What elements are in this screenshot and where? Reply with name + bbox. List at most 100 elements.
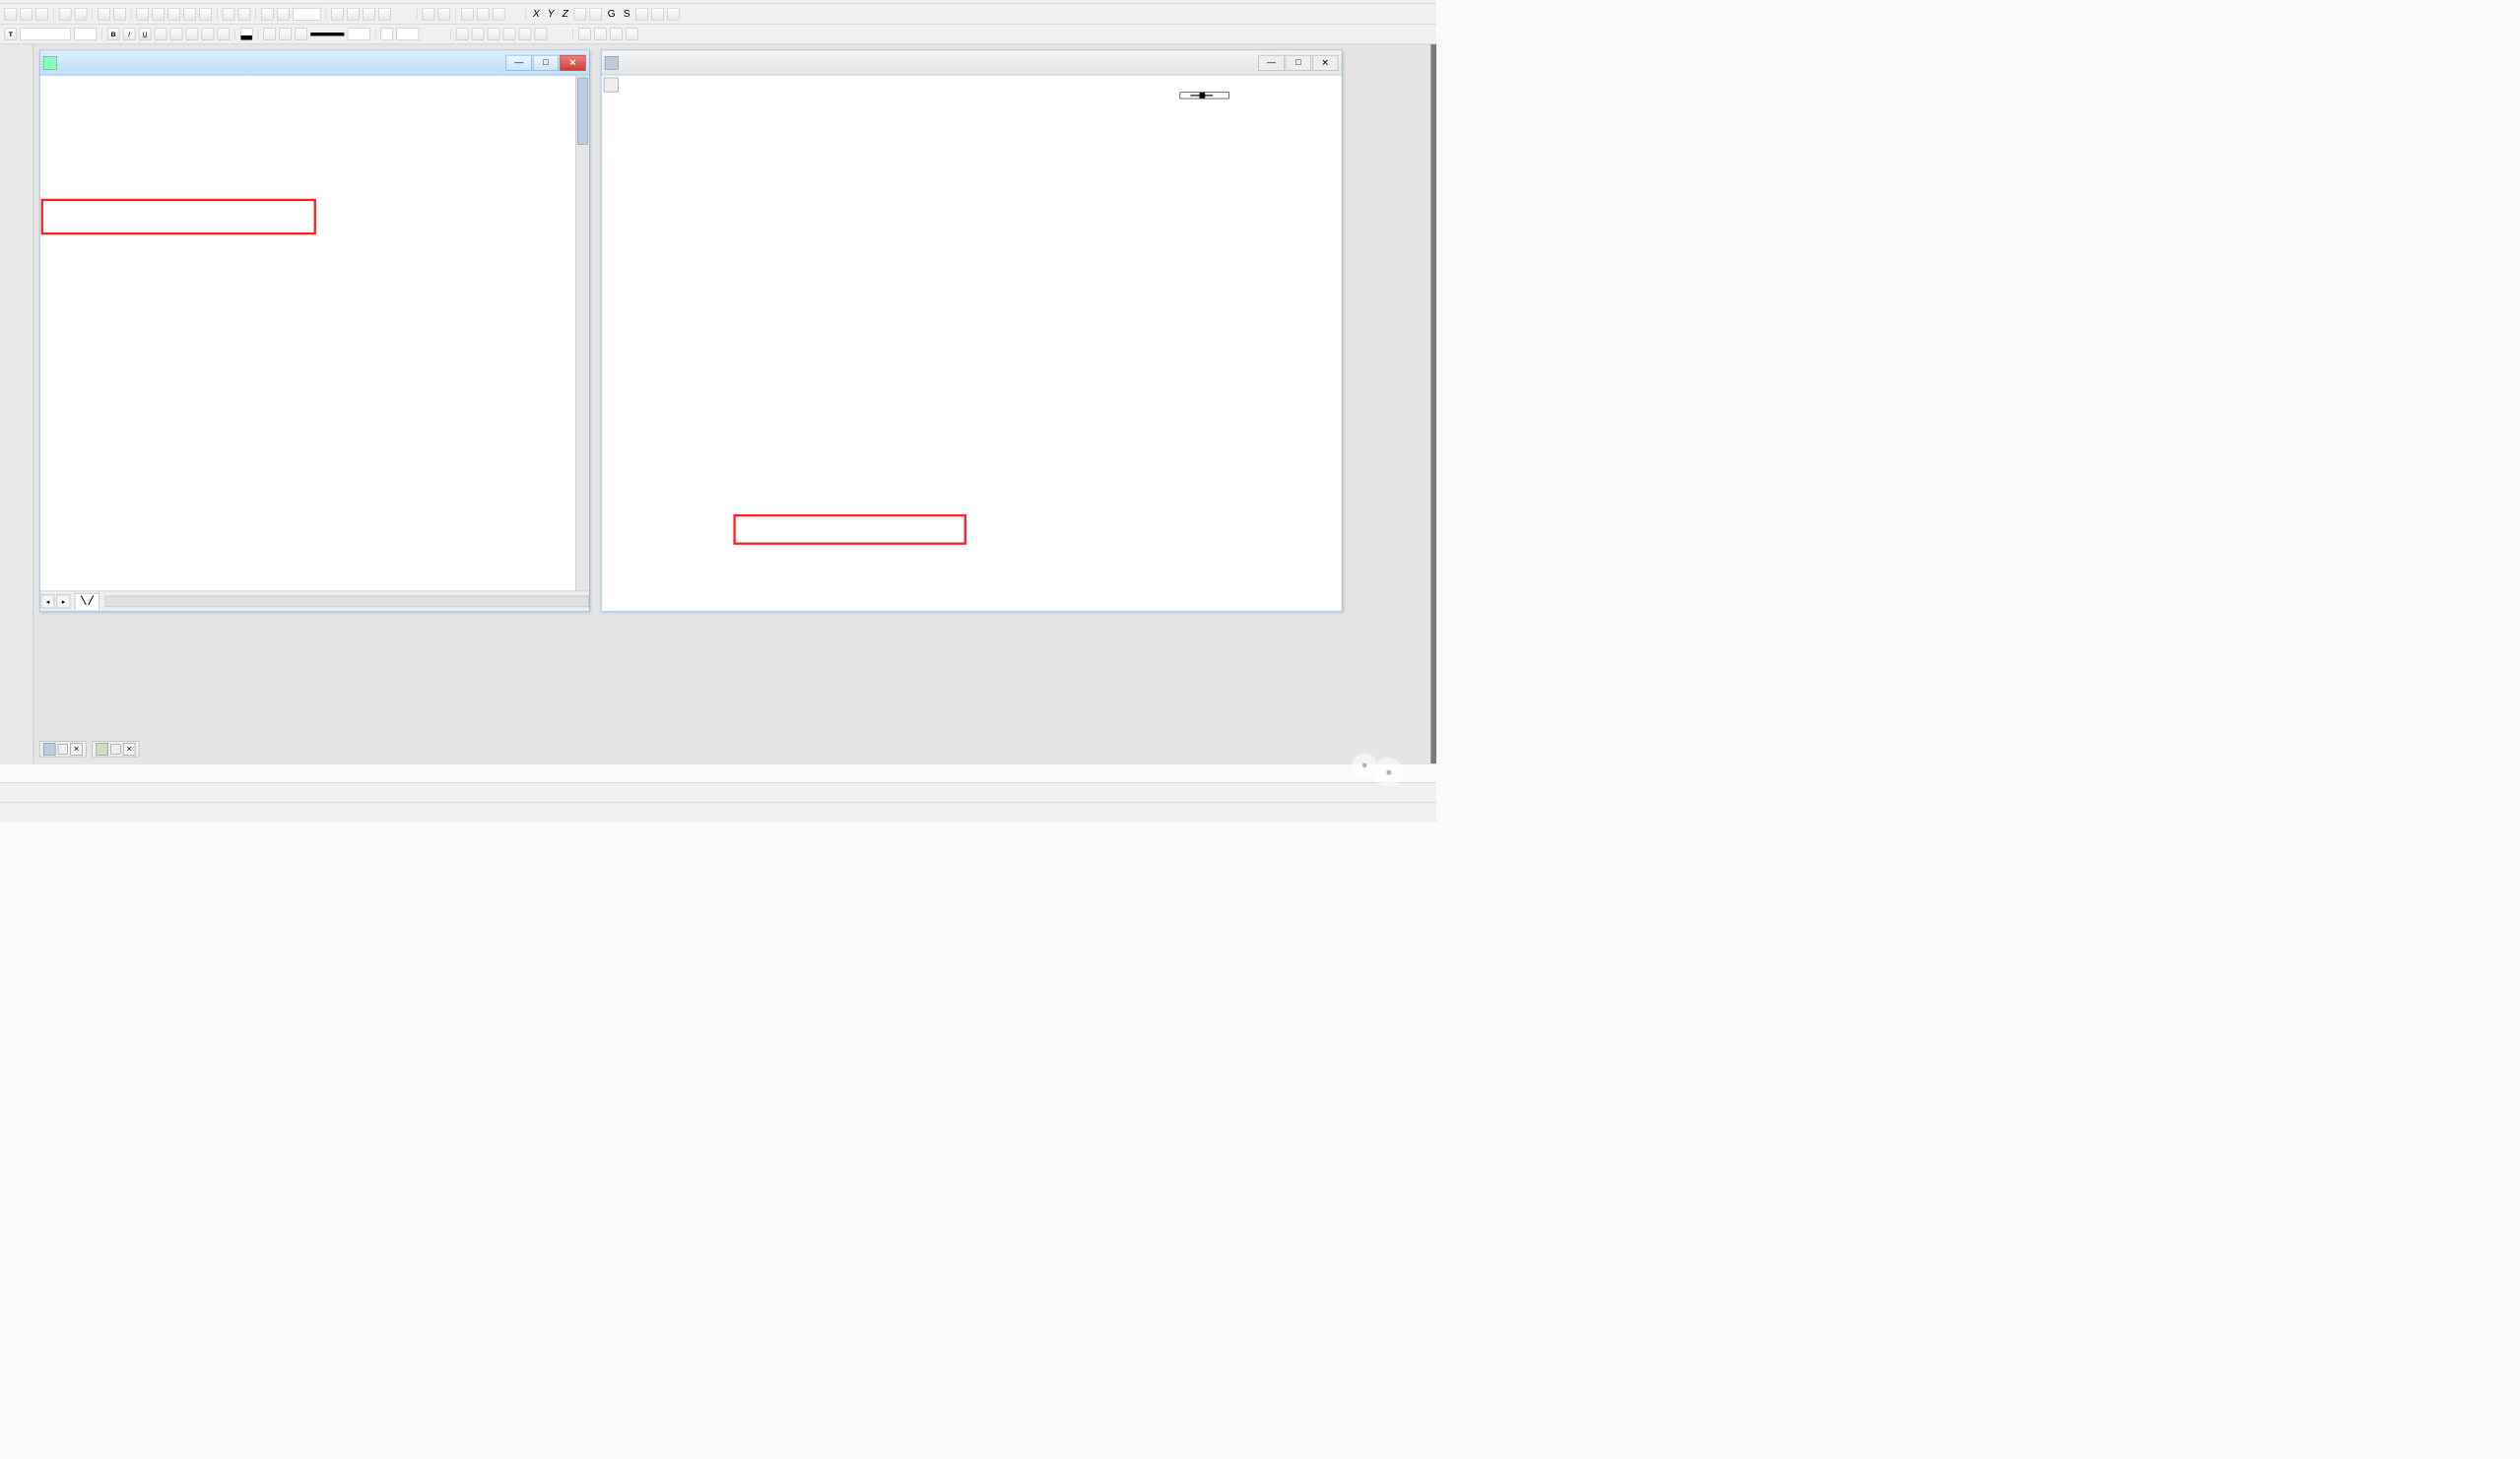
mask-icon[interactable] (423, 8, 435, 21)
workspace: — □ ✕ ◂ ▸ \/ (0, 44, 1436, 763)
statusbar (0, 803, 1436, 822)
print-icon[interactable] (98, 8, 110, 21)
line-width-input[interactable] (348, 28, 370, 40)
underline-icon[interactable]: U (139, 28, 152, 40)
graph-titlebar[interactable]: — □ ✕ (601, 50, 1341, 75)
row-highlight-annotation (41, 199, 316, 234)
font-size-input[interactable] (74, 28, 97, 40)
taskbar-graph-item[interactable]: ✕ (92, 741, 139, 757)
unmask-icon[interactable] (438, 8, 451, 21)
paste-icon[interactable] (277, 8, 290, 21)
pattern-input[interactable] (396, 28, 419, 40)
set-none-icon[interactable] (635, 8, 648, 21)
recalculate-icon[interactable] (238, 8, 251, 21)
sheet-tab[interactable]: \/ (75, 593, 99, 610)
merge-icon[interactable] (378, 8, 391, 21)
new-project-icon[interactable] (5, 8, 18, 21)
minimize-button[interactable]: — (1258, 55, 1284, 71)
watermark (1353, 748, 1415, 787)
graph-body[interactable] (601, 75, 1341, 611)
draw-arrow-icon[interactable] (477, 8, 490, 21)
maximize-button[interactable]: □ (1286, 55, 1311, 71)
new-graph-icon[interactable] (152, 8, 165, 21)
new-notes-icon[interactable] (199, 8, 212, 21)
sheet-nav-prev[interactable]: ▸ (57, 594, 71, 608)
fill-pattern-icon[interactable] (380, 28, 393, 40)
line-preview (310, 33, 344, 35)
export-icon[interactable] (75, 8, 88, 21)
draw-line-icon[interactable] (461, 8, 474, 21)
align-top-icon[interactable] (503, 28, 516, 40)
workbook-mini-icon (43, 743, 56, 756)
label-x: X (533, 8, 540, 20)
close-mini-icon[interactable]: ✕ (70, 743, 83, 756)
left-dock (0, 44, 33, 763)
text-tool-icon[interactable]: T (5, 28, 18, 40)
move-left-icon[interactable] (651, 8, 664, 21)
close-button[interactable]: ✕ (1312, 55, 1338, 71)
new-workbook-icon[interactable] (137, 8, 150, 21)
set-y-icon[interactable] (590, 8, 603, 21)
zoom-input[interactable] (293, 8, 321, 21)
increase-font-icon[interactable] (202, 28, 215, 40)
set-x-icon[interactable] (574, 8, 587, 21)
label-y: Y (548, 8, 555, 20)
copy-icon[interactable] (261, 8, 274, 21)
layer-icon[interactable] (347, 8, 360, 21)
italic-icon[interactable]: I (123, 28, 136, 40)
align-middle-icon[interactable] (519, 28, 532, 40)
recalc-manual-icon[interactable] (610, 28, 623, 40)
rescale-icon[interactable] (363, 8, 375, 21)
new-layout-icon[interactable] (183, 8, 196, 21)
legend[interactable] (1180, 92, 1229, 99)
label-g: G (608, 8, 616, 20)
decrease-font-icon[interactable] (218, 28, 231, 40)
refresh-icon[interactable] (223, 8, 235, 21)
worksheet-area[interactable] (39, 75, 588, 590)
font-color-icon[interactable] (240, 28, 253, 40)
move-right-icon[interactable] (667, 8, 680, 21)
align-right-icon[interactable] (488, 28, 500, 40)
draw-curve-icon[interactable] (493, 8, 505, 21)
chart-plot[interactable] (624, 87, 1331, 603)
wechat-icon (1353, 748, 1403, 787)
align-center-icon[interactable] (472, 28, 485, 40)
vertical-scrollbar[interactable] (575, 75, 589, 590)
align-left-icon[interactable] (456, 28, 469, 40)
superscript-icon[interactable] (155, 28, 167, 40)
maximize-button[interactable]: □ (533, 55, 559, 71)
recalc-none-icon[interactable] (626, 28, 638, 40)
greek-icon[interactable] (186, 28, 199, 40)
sheet-footer: ◂ ▸ \/ (39, 591, 588, 612)
taskbar-book-item[interactable]: ✕ (39, 741, 87, 757)
minimize-button[interactable]: — (506, 55, 532, 71)
legend-marker (1190, 95, 1213, 96)
close-button[interactable]: ✕ (560, 55, 585, 71)
workbook-titlebar[interactable]: — □ ✕ (39, 50, 588, 75)
line-style-icon[interactable] (295, 28, 307, 40)
workbook-window: — □ ✕ ◂ ▸ \/ (39, 50, 590, 612)
horizontal-scrollbar[interactable] (105, 595, 589, 606)
bold-icon[interactable]: B (107, 28, 120, 40)
layer-button[interactable] (604, 78, 619, 93)
fill-color-icon[interactable] (279, 28, 292, 40)
mdi-area: — □ ✕ ◂ ▸ \/ (33, 44, 1430, 763)
align-bottom-icon[interactable] (535, 28, 548, 40)
add-column-icon[interactable] (331, 8, 344, 21)
subscript-icon[interactable] (170, 28, 183, 40)
lock-icon[interactable] (578, 28, 591, 40)
sheet-nav-first[interactable]: ◂ (41, 594, 55, 608)
new-matrix-icon[interactable] (167, 8, 180, 21)
graph-icon (605, 56, 619, 70)
workbook-icon (43, 56, 57, 70)
toolbar-standard: X Y Z G S (0, 4, 1436, 25)
close-mini-icon[interactable]: ✕ (123, 743, 136, 756)
line-color-icon[interactable] (263, 28, 276, 40)
font-name-input[interactable] (21, 28, 71, 40)
recalc-auto-icon[interactable] (594, 28, 607, 40)
import-icon[interactable] (59, 8, 72, 21)
duplicate-icon[interactable] (113, 8, 126, 21)
toolbar-2d-graphs (0, 782, 1436, 803)
save-icon[interactable] (35, 8, 48, 21)
open-icon[interactable] (21, 8, 33, 21)
